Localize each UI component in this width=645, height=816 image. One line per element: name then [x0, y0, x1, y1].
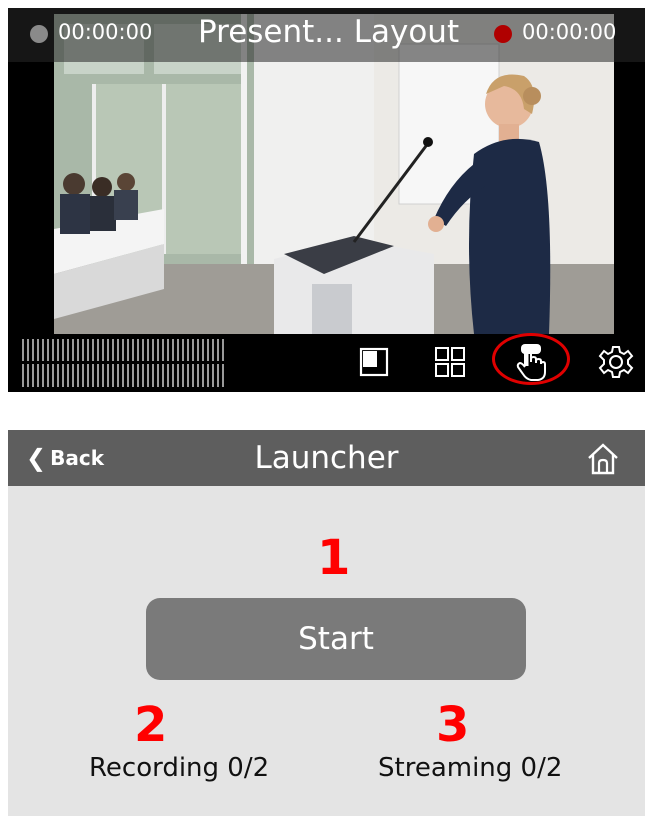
single-layout-icon — [359, 347, 389, 377]
callout-3: 3 — [436, 697, 470, 753]
presenter-scene-image — [54, 14, 614, 334]
home-button[interactable] — [586, 442, 620, 476]
recording-timer: 00:00:00 — [522, 20, 617, 44]
record-status-led — [494, 25, 512, 43]
grid-layout-icon — [435, 347, 465, 377]
video-monitor: 00:00:00 Present... Layout 00:00:00 — [8, 8, 645, 392]
streaming-status: Streaming 0/2 — [378, 753, 563, 783]
gear-icon — [598, 346, 634, 378]
layout-name: Present... Layout — [198, 14, 460, 50]
single-layout-button[interactable] — [356, 338, 392, 386]
start-button[interactable]: Start — [146, 598, 526, 680]
grid-layout-button[interactable] — [432, 338, 468, 386]
video-preview — [54, 14, 614, 334]
monitor-status-bar: 00:00:00 Present... Layout 00:00:00 — [8, 8, 645, 62]
callout-2: 2 — [134, 697, 168, 753]
callout-1: 1 — [317, 530, 351, 586]
highlight-circle — [492, 333, 570, 385]
audio-level-meter — [22, 339, 226, 387]
input-status-led — [30, 25, 48, 43]
settings-button[interactable] — [596, 338, 636, 386]
elapsed-timer: 00:00:00 — [58, 20, 153, 44]
home-icon — [588, 443, 618, 475]
recording-status: Recording 0/2 — [89, 753, 270, 783]
launcher-title: Launcher — [254, 440, 399, 476]
launcher-header: ❮ Back Launcher — [8, 430, 645, 486]
launcher-panel: ❮ Back Launcher 1 Start 2 3 Recording 0/… — [8, 430, 645, 816]
